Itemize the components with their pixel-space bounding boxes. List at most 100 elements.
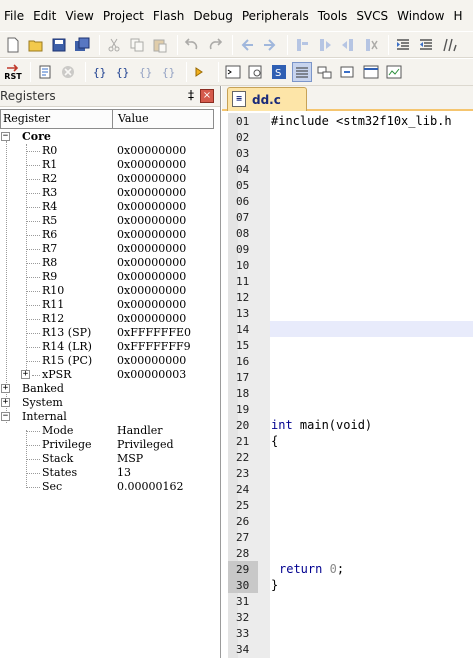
register-value[interactable]: 0x00000000 [117,158,186,172]
internal-row[interactable]: Privilege Privileged [0,438,220,452]
menu-help[interactable]: H [453,9,462,23]
register-row[interactable]: R9 0x00000000 [0,270,220,284]
register-row[interactable]: R15 (PC) 0x00000000 [0,354,220,368]
register-row[interactable]: R10 0x00000000 [0,284,220,298]
column-header-register[interactable]: Register [1,110,113,128]
register-row[interactable]: R11 0x00000000 [0,298,220,312]
internal-row[interactable]: Mode Handler [0,424,220,438]
register-row[interactable]: R13 (SP) 0xFFFFFFE0 [0,326,220,340]
internal-row[interactable]: Sec 0.00000162 [0,480,220,494]
register-row[interactable]: R0 0x00000000 [0,144,220,158]
register-value[interactable]: 0x00000000 [117,242,186,256]
copy-icon[interactable] [127,35,147,55]
open-folder-icon[interactable] [26,35,46,55]
menu-svcs[interactable]: SVCS [356,9,388,23]
register-row[interactable]: R1 0x00000000 [0,158,220,172]
register-value[interactable]: 0x00000000 [117,172,186,186]
register-value[interactable]: 0x00000000 [117,284,186,298]
collapse-icon[interactable]: − [1,132,10,141]
call-stack-icon[interactable] [315,62,335,82]
command-window-icon[interactable] [223,62,243,82]
menu-edit[interactable]: Edit [33,9,56,23]
register-value[interactable]: 0x00000003 [117,368,186,382]
code-line-21[interactable]: { [270,433,473,449]
watch-window-icon[interactable] [338,62,358,82]
cut-icon[interactable] [104,35,124,55]
paste-icon[interactable] [150,35,170,55]
register-value[interactable]: 0xFFFFFFF9 [117,340,191,354]
register-value[interactable]: 0x00000000 [117,200,186,214]
register-value[interactable]: 0x00000000 [117,256,186,270]
memory-window-icon[interactable] [361,62,381,82]
code-line-01[interactable]: #include <stm32f10x_lib.h [270,113,473,129]
register-value[interactable]: 0x00000000 [117,186,186,200]
register-row[interactable]: R4 0x00000000 [0,200,220,214]
register-row[interactable]: R12 0x00000000 [0,312,220,326]
register-value[interactable]: 0x00000000 [117,298,186,312]
run-icon[interactable] [35,62,55,82]
symbols-window-icon[interactable]: S [269,62,289,82]
register-row[interactable]: R14 (LR) 0xFFFFFFF9 [0,340,220,354]
save-all-icon[interactable] [72,35,92,55]
menu-window[interactable]: Window [397,9,444,23]
back-icon[interactable] [237,35,257,55]
column-header-value[interactable]: Value [113,110,213,128]
register-value[interactable]: 0x00000000 [117,312,186,326]
menu-peripherals[interactable]: Peripherals [242,9,309,23]
reset-icon[interactable]: RST [3,62,23,82]
bookmark-prev-icon[interactable] [315,35,335,55]
step-into-icon[interactable]: {} [90,62,110,82]
register-value[interactable]: 0x00000000 [117,214,186,228]
bookmark-icon[interactable] [292,35,312,55]
register-value[interactable]: 0xFFFFFFE0 [117,326,191,340]
menu-flash[interactable]: Flash [153,9,184,23]
tree-node-core[interactable]: − Core [0,130,220,144]
save-icon[interactable] [49,35,69,55]
code-line-20[interactable]: int main(void) [270,417,473,433]
new-file-icon[interactable] [3,35,23,55]
register-row[interactable]: R2 0x00000000 [0,172,220,186]
menu-file[interactable]: File [4,9,24,23]
register-row[interactable]: R6 0x00000000 [0,228,220,242]
expand-icon[interactable]: + [1,384,10,393]
tree-node-internal[interactable]: − Internal [0,410,220,424]
internal-row[interactable]: States 13 [0,466,220,480]
bookmark-clear-icon[interactable] [361,35,381,55]
code-line-29[interactable]: return 0; [270,561,473,577]
tree-node-banked[interactable]: + Banked [0,382,220,396]
register-value[interactable]: 0x00000000 [117,144,186,158]
indent-icon[interactable] [393,35,413,55]
tree-node-system[interactable]: + System [0,396,220,410]
menu-view[interactable]: View [65,9,93,23]
serial-window-icon[interactable] [384,62,404,82]
menu-tools[interactable]: Tools [318,9,348,23]
registers-window-icon[interactable] [292,62,312,82]
show-next-statement-icon[interactable] [191,62,211,82]
unindent-icon[interactable] [416,35,436,55]
collapse-icon[interactable]: − [1,412,10,421]
menu-debug[interactable]: Debug [193,9,232,23]
expand-icon[interactable]: + [21,370,30,379]
redo-icon[interactable] [205,35,225,55]
register-value[interactable]: 0x00000000 [117,228,186,242]
pin-icon[interactable]: ‡ [188,88,194,102]
register-row[interactable]: R7 0x00000000 [0,242,220,256]
code-area[interactable]: #include <stm32f10x_lib.h int main(void)… [270,113,473,658]
tab-dd-c[interactable]: ≡ dd.c [227,87,307,111]
step-over-icon[interactable]: {} [113,62,133,82]
stop-icon[interactable] [58,62,78,82]
code-line-30[interactable]: } [270,577,473,593]
comment-icon[interactable] [439,35,459,55]
close-icon[interactable]: × [200,89,214,103]
forward-icon[interactable] [260,35,280,55]
bookmark-next-icon[interactable] [338,35,358,55]
expand-icon[interactable]: + [1,398,10,407]
disassembly-window-icon[interactable] [246,62,266,82]
undo-icon[interactable] [182,35,202,55]
register-value[interactable]: 0x00000000 [117,354,186,368]
menu-project[interactable]: Project [103,9,144,23]
register-row-xpsr[interactable]: + xPSR 0x00000003 [0,368,220,382]
register-row[interactable]: R3 0x00000000 [0,186,220,200]
code-line-14-highlighted[interactable] [270,321,473,337]
internal-row[interactable]: Stack MSP [0,452,220,466]
